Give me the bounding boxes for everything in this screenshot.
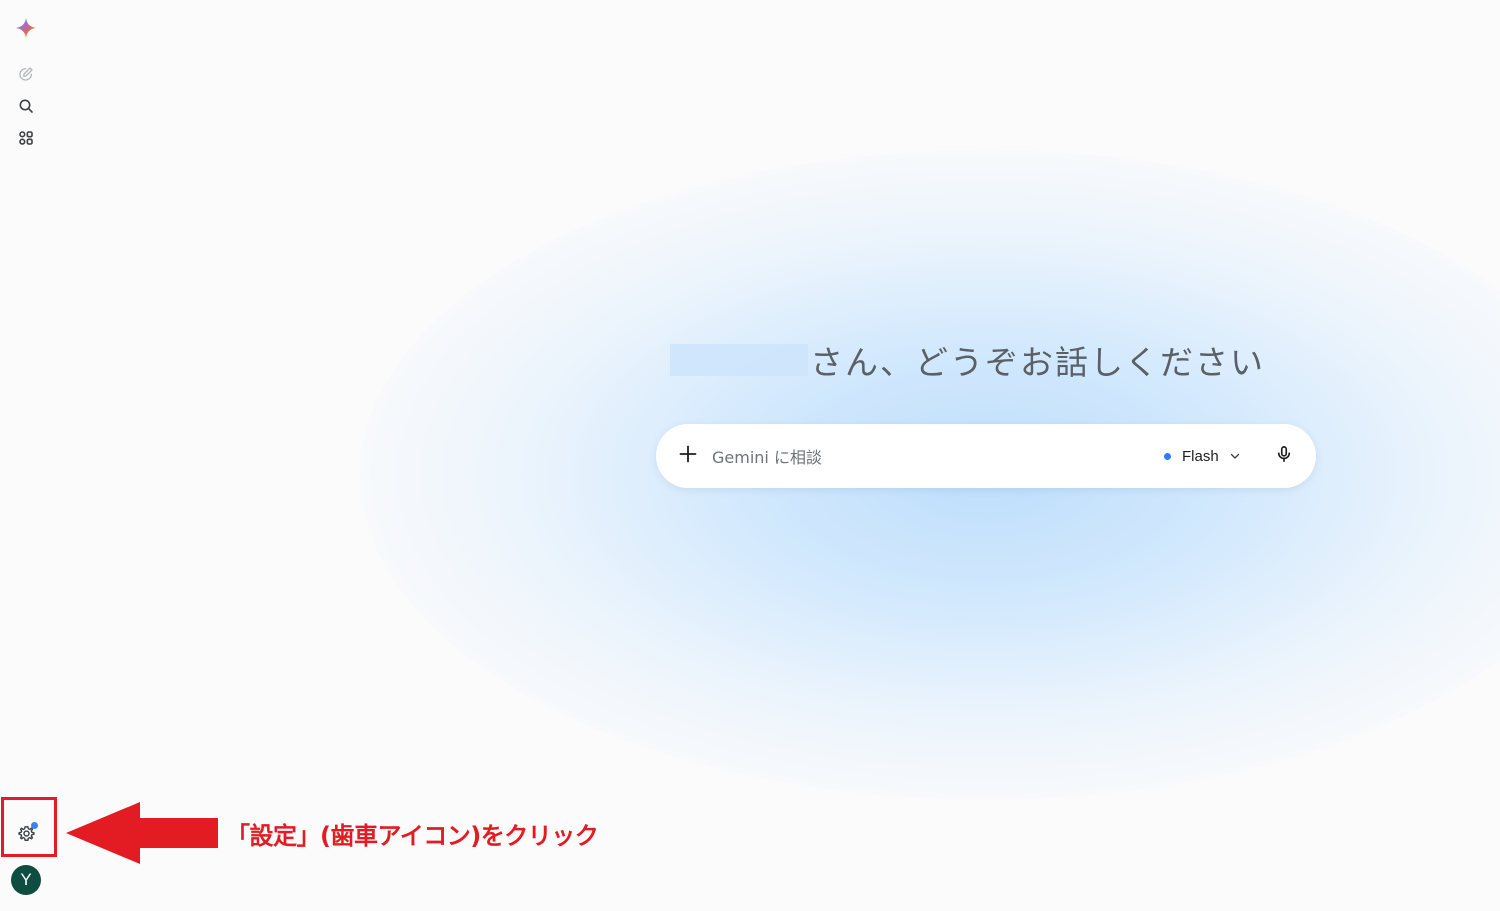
plus-icon bbox=[678, 444, 698, 468]
greeting: さん、どうぞお話しください bbox=[670, 338, 1265, 382]
new-chat-button[interactable] bbox=[12, 62, 40, 90]
model-label: Flash bbox=[1182, 447, 1219, 465]
gemini-sparkle-icon[interactable] bbox=[12, 14, 40, 42]
apps-grid-icon bbox=[18, 130, 34, 150]
model-picker[interactable]: Flash bbox=[1164, 442, 1241, 470]
prompt-box: Flash bbox=[656, 424, 1316, 488]
search-button[interactable] bbox=[12, 94, 40, 122]
avatar[interactable]: Y bbox=[11, 865, 41, 895]
callout-arrow bbox=[66, 802, 218, 864]
greeting-text: さん、どうぞお話しください bbox=[810, 343, 1265, 382]
microphone-icon bbox=[1275, 445, 1293, 467]
callout-text: 「設定」(歯車アイコン)をクリック bbox=[226, 822, 599, 850]
settings-highlight-box bbox=[1, 797, 57, 857]
add-attachment-button[interactable] bbox=[672, 440, 704, 472]
edit-pencil-icon bbox=[18, 66, 34, 86]
gemini-home-page: Y さん、どうぞお話しください Flash bbox=[0, 0, 1500, 911]
search-icon bbox=[18, 98, 34, 118]
prompt-input[interactable] bbox=[710, 441, 1134, 473]
model-status-dot bbox=[1164, 452, 1171, 460]
explore-gems-button[interactable] bbox=[12, 126, 40, 154]
microphone-button[interactable] bbox=[1268, 440, 1300, 472]
chevron-down-icon bbox=[1229, 447, 1241, 466]
sidebar-rail: Y bbox=[0, 0, 54, 911]
user-name-redacted bbox=[670, 344, 808, 376]
